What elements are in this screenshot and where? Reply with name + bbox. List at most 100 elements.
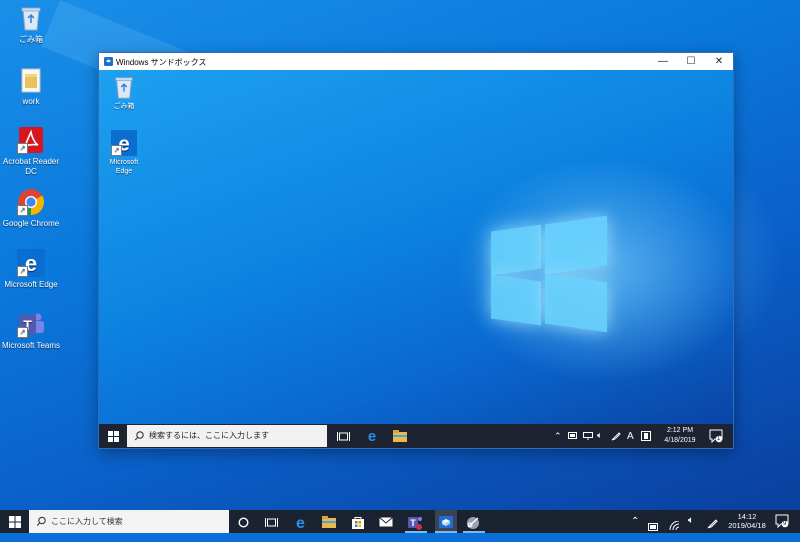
sandbox-icon-label: ごみ箱 <box>113 103 135 110</box>
taskbar-search-box[interactable]: ここに入力して検索 <box>29 510 229 533</box>
edge-icon: e <box>296 515 305 530</box>
notification-count: 1 <box>717 436 721 442</box>
ime-indicator[interactable]: A <box>627 431 634 442</box>
pen-icon[interactable] <box>707 516 718 534</box>
notification-icon <box>775 514 789 529</box>
sandbox-search-box[interactable]: 検索するには、ここに入力します <box>127 425 327 447</box>
taskbar: ここに入力して検索 e T ⌃ 🔈︎ 14:12 2019/04/18 9 <box>0 510 800 533</box>
folder-icon <box>17 66 45 94</box>
sandbox-title: Windows サンドボックス <box>116 58 207 67</box>
taskbar-clock[interactable]: 14:12 2019/04/18 <box>724 512 770 530</box>
taskbar-sandbox[interactable] <box>435 510 457 533</box>
sandbox-clock-time: 2:12 PM <box>666 427 694 434</box>
taskbar-snipping-tool[interactable] <box>464 513 482 531</box>
cortana-button[interactable] <box>234 513 252 531</box>
taskbar-mail[interactable] <box>377 513 395 531</box>
battery-icon[interactable] <box>568 432 578 441</box>
sandbox-search-placeholder: 検索するには、ここに入力します <box>149 431 269 440</box>
shortcut-arrow-icon: ↗ <box>17 143 28 154</box>
sandbox-clock-date: 4/18/2019 <box>664 437 696 444</box>
sandbox-app-icon <box>104 57 113 66</box>
edge-icon: e ↗ <box>17 249 45 277</box>
taskbar-store[interactable] <box>349 513 367 531</box>
sandbox-icon-edge[interactable]: e ↗ Microsoft Edge <box>99 130 149 176</box>
sandbox-clock[interactable]: 2:12 PM 4/18/2019 <box>659 424 701 448</box>
clock-time: 14:12 <box>737 512 757 521</box>
taskbar-file-explorer[interactable] <box>320 513 338 531</box>
sandbox-icon-recycle-bin[interactable]: ごみ箱 <box>99 74 149 111</box>
sandbox-desktop: ごみ箱 e ↗ Microsoft Edge 検索するには、ここに入力します e… <box>99 70 733 448</box>
sandbox-icon-label-line2: Edge <box>115 168 133 175</box>
sandbox-icon-label-line1: Microsoft <box>109 159 139 166</box>
desktop-icon-chrome[interactable]: ↗ Google Chrome <box>0 188 62 229</box>
desktop-icon-label: ごみ箱 <box>19 35 43 44</box>
file-explorer-icon <box>322 516 336 528</box>
desktop-icon-edge[interactable]: e ↗ Microsoft Edge <box>0 249 62 290</box>
task-view-icon <box>264 517 278 527</box>
pen-icon[interactable] <box>611 431 621 443</box>
start-button[interactable] <box>6 513 24 531</box>
chevron-up-icon[interactable]: ⌃ <box>631 516 639 527</box>
snipping-tool-icon <box>467 516 479 529</box>
svg-text:T: T <box>410 518 416 528</box>
action-center-button[interactable]: 9 <box>775 514 791 530</box>
notification-count: 9 <box>783 521 787 527</box>
battery-icon[interactable] <box>648 518 659 536</box>
edge-icon: e ↗ <box>111 130 137 156</box>
task-view-button[interactable] <box>262 513 280 531</box>
shortcut-arrow-icon: ↗ <box>17 205 28 216</box>
mail-icon <box>379 517 393 527</box>
sandbox-system-tray: ⌃ 🔈︎ A <box>554 424 654 448</box>
taskbar-edge[interactable]: e <box>291 513 309 531</box>
recycle-bin-icon <box>17 4 45 32</box>
volume-icon[interactable]: 🔈︎ <box>597 430 602 441</box>
cortana-icon <box>237 516 249 528</box>
sandbox-title-bar[interactable]: Windows サンドボックス — ☐ ✕ <box>99 53 733 70</box>
chevron-up-icon[interactable]: ⌃ <box>554 431 562 442</box>
taskbar-search-placeholder: ここに入力して検索 <box>51 517 123 526</box>
recycle-bin-icon <box>111 74 137 100</box>
windows-icon <box>9 516 21 528</box>
sandbox-action-center[interactable]: 1 <box>707 424 725 448</box>
task-view-button[interactable] <box>335 428 351 444</box>
task-view-icon <box>336 431 350 441</box>
desktop-icon-label: Google Chrome <box>2 219 60 228</box>
sandbox-icon <box>439 515 453 528</box>
svg-text:e: e <box>368 429 376 443</box>
sandbox-start-button[interactable] <box>105 428 121 444</box>
volume-icon[interactable]: 🔈︎ <box>688 515 694 526</box>
chrome-icon: ↗ <box>17 188 45 216</box>
desktop-icon-recycle-bin[interactable]: ごみ箱 <box>0 4 62 45</box>
clock-date: 2019/04/18 <box>728 521 766 530</box>
svg-text:e: e <box>296 515 305 530</box>
store-icon <box>352 516 364 529</box>
desktop-icon-label: work <box>22 97 40 106</box>
sandbox-window: Windows サンドボックス — ☐ ✕ ごみ箱 e ↗ Microsoft … <box>98 52 734 449</box>
network-icon[interactable] <box>583 432 593 442</box>
teams-icon: T <box>408 516 422 530</box>
notification-icon <box>709 429 723 443</box>
search-icon <box>36 510 46 542</box>
desktop-icon-work-folder[interactable]: work <box>0 66 62 107</box>
edge-icon: e <box>368 429 376 443</box>
windows-icon <box>107 430 119 442</box>
file-explorer-icon <box>393 430 407 442</box>
sandbox-taskbar-edge[interactable]: e <box>364 428 380 444</box>
shortcut-arrow-icon: ↗ <box>111 145 122 156</box>
sandbox-taskbar: 検索するには、ここに入力します e ⌃ 🔈︎ A 2:12 PM 4/18/20… <box>99 424 733 448</box>
minimize-button[interactable]: — <box>649 53 677 70</box>
close-button[interactable]: ✕ <box>705 53 733 70</box>
shortcut-arrow-icon: ↗ <box>17 327 28 338</box>
search-icon <box>134 425 144 448</box>
acrobat-reader-icon: ↗ <box>17 126 45 154</box>
sandbox-taskbar-explorer[interactable] <box>392 428 408 444</box>
desktop-icon-acrobat[interactable]: ↗ Acrobat Reader DC <box>0 126 62 177</box>
wifi-icon[interactable] <box>669 517 680 535</box>
maximize-button[interactable]: ☐ <box>677 53 705 70</box>
desktop-icon-label: Microsoft Teams <box>1 341 61 350</box>
desktop-icon-teams[interactable]: T ↗ Microsoft Teams <box>0 310 62 351</box>
taskbar-teams[interactable]: T <box>406 513 424 531</box>
shortcut-arrow-icon: ↗ <box>17 266 28 277</box>
desktop-icon-label: Acrobat Reader DC <box>2 157 60 176</box>
ime-pad-icon[interactable] <box>641 431 651 443</box>
